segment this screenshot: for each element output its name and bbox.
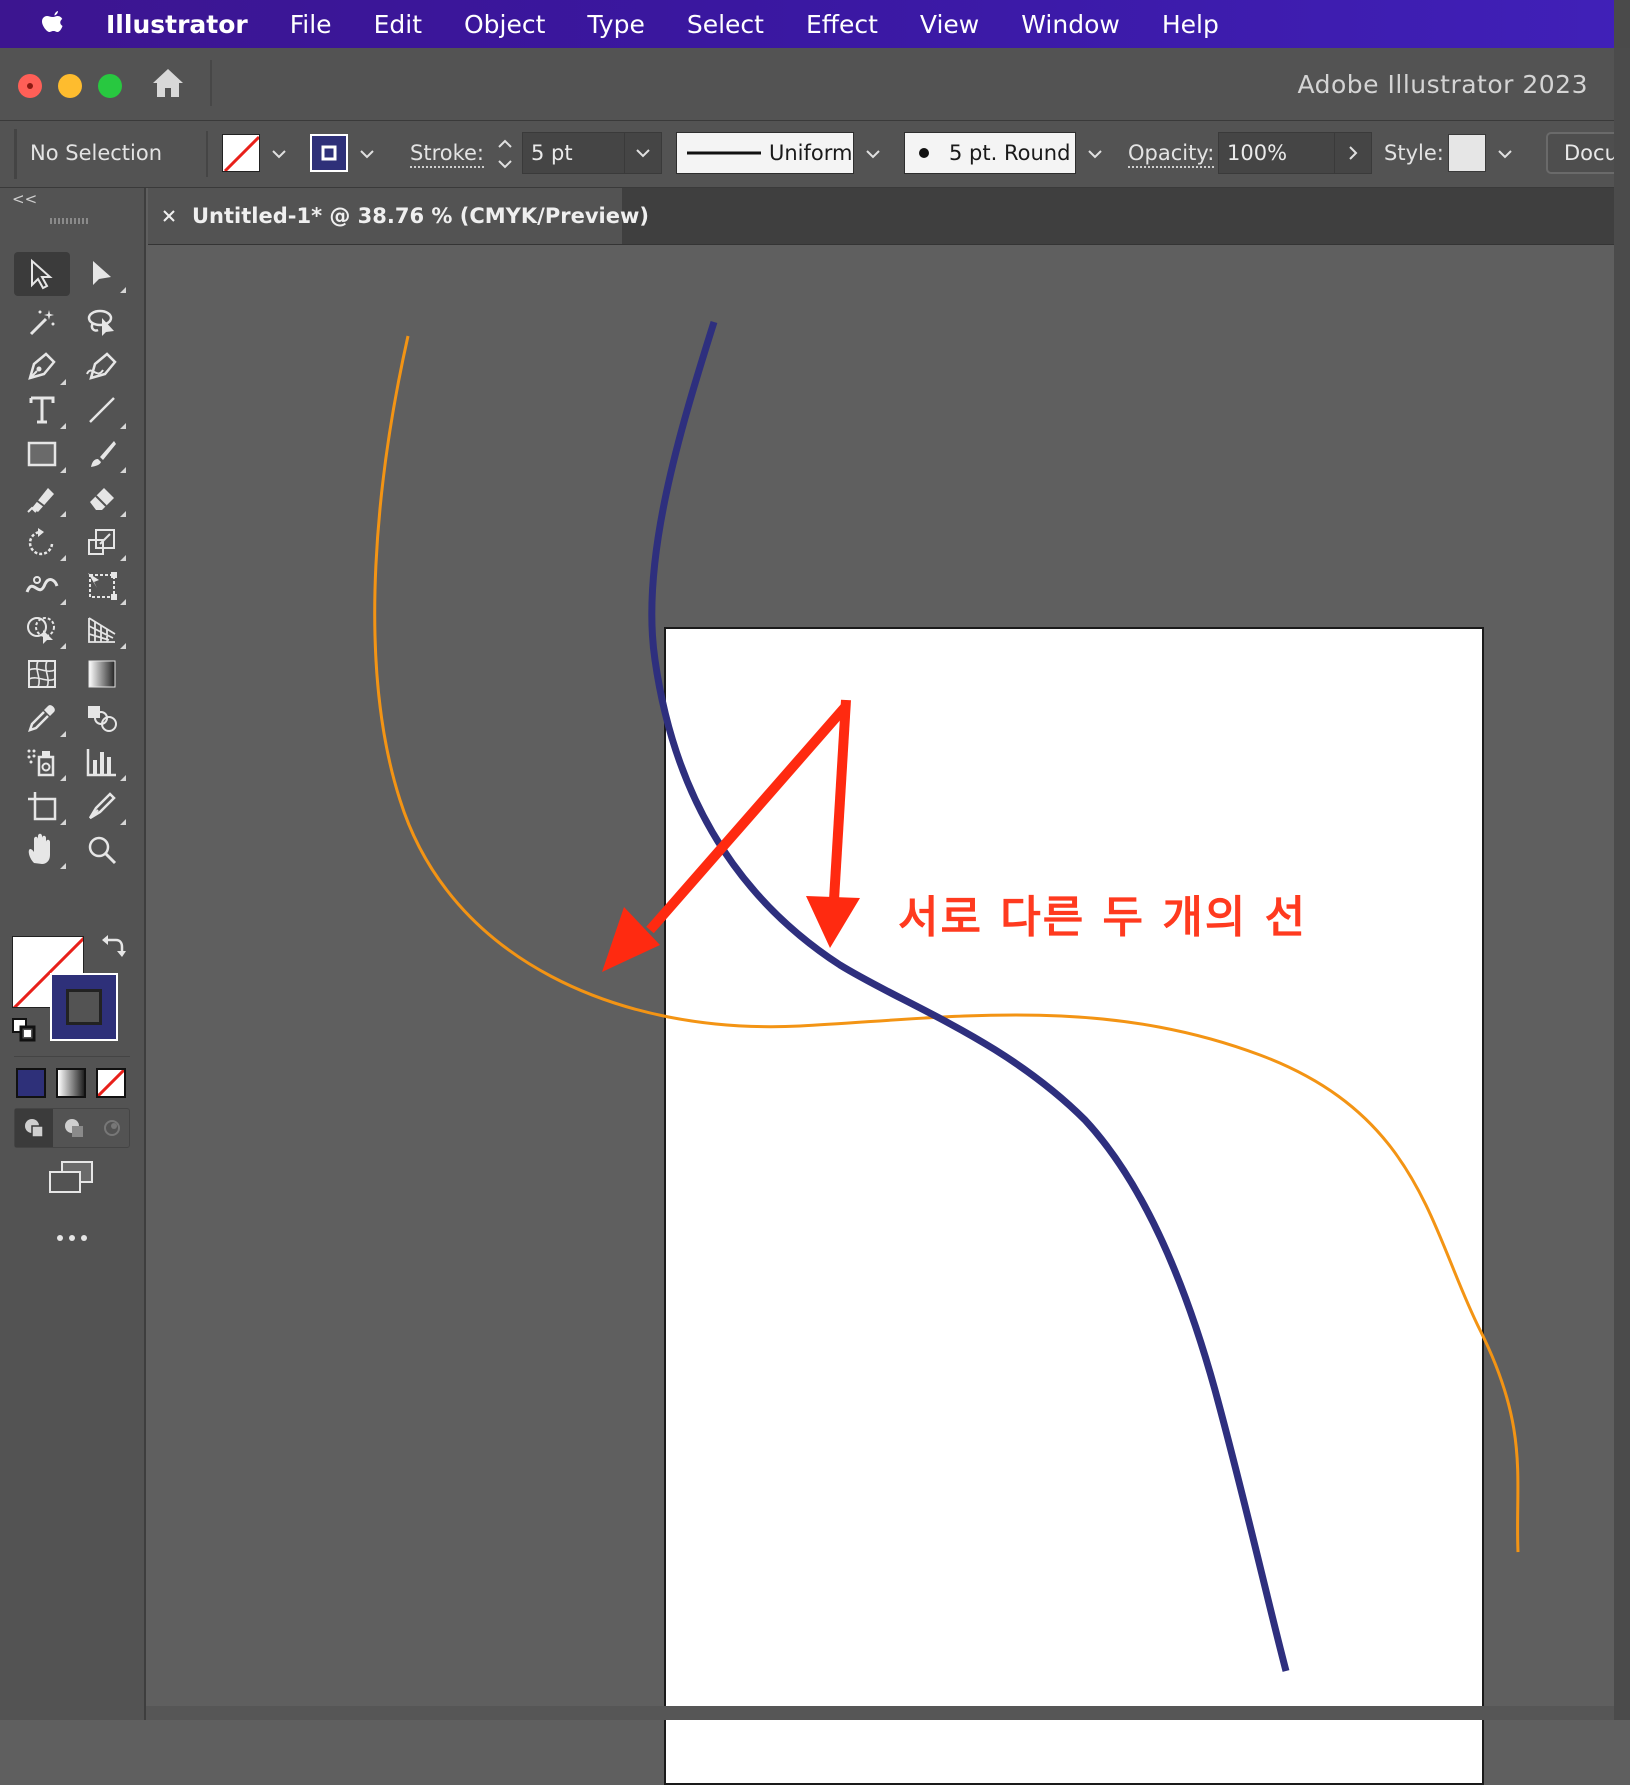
- right-panel-edge: [1614, 48, 1630, 1720]
- annotation-arrows: [602, 699, 860, 972]
- arrow-right-shaft: [829, 699, 851, 901]
- arrow-right-head: [806, 896, 860, 948]
- orange-path[interactable]: [373, 335, 1520, 1553]
- navy-path[interactable]: [648, 320, 1290, 1672]
- canvas-bottom-edge: [146, 1706, 1614, 1720]
- arrow-left-head: [602, 907, 660, 972]
- artwork-layer: [373, 320, 1520, 1672]
